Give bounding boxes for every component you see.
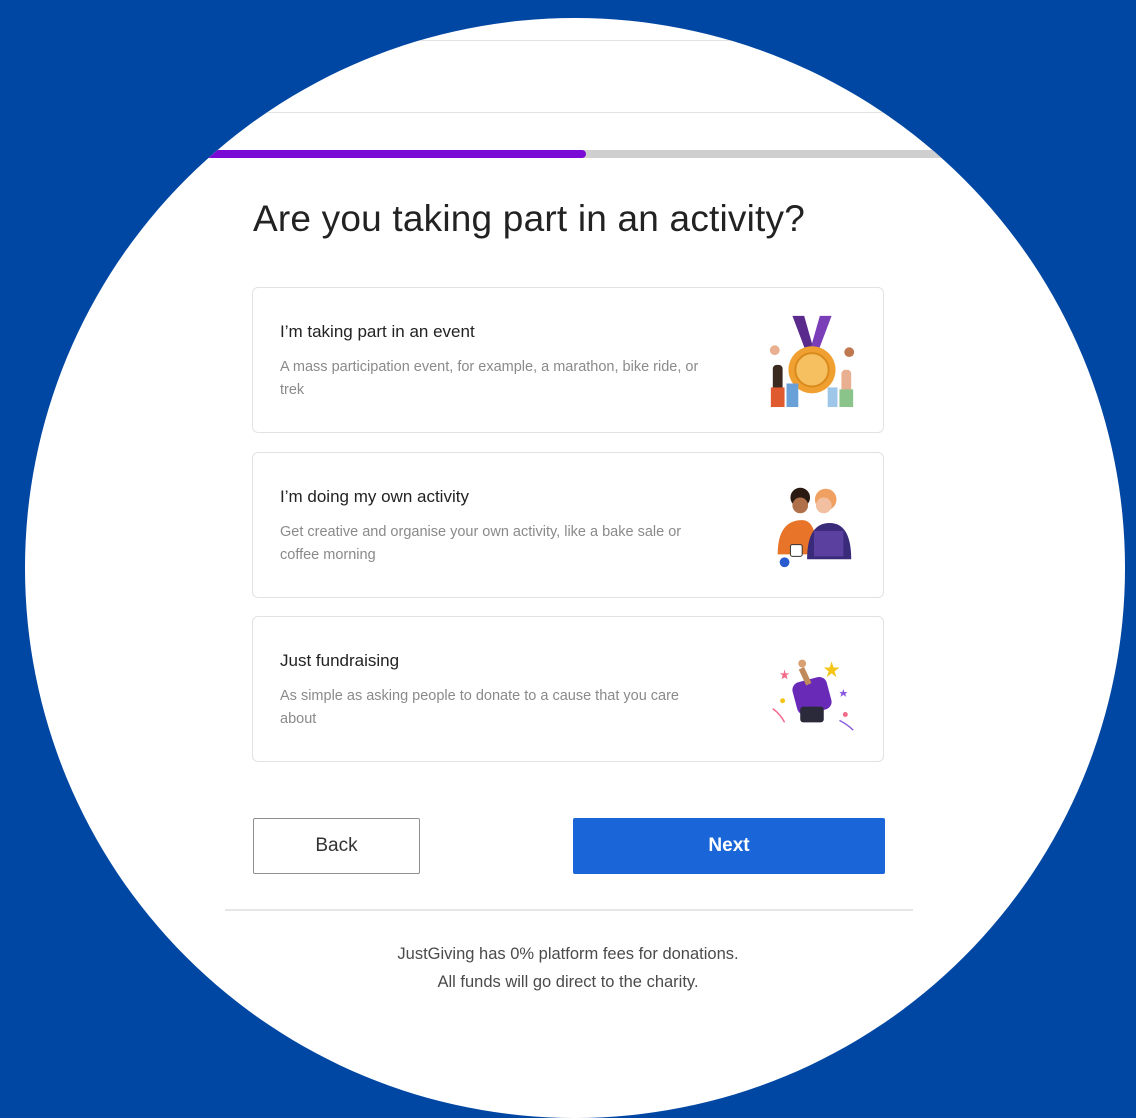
option-just-fundraising[interactable]: Just fundraising As simple as asking peo…: [252, 616, 884, 762]
page-title: Are you taking part in an activity?: [253, 198, 806, 239]
option-event[interactable]: I’m taking part in an event A mass parti…: [252, 287, 884, 433]
donation-illustration-icon: [772, 659, 854, 731]
header-divider: [25, 112, 1125, 113]
option-title: I’m doing my own activity: [280, 487, 469, 506]
progress-bar-fill: [25, 150, 586, 158]
option-description: Get creative and organise your own activ…: [280, 524, 682, 563]
option-title: Just fundraising: [280, 651, 400, 670]
option-title: I’m taking part in an event: [280, 322, 475, 341]
content-lens: Are you taking part in an activity? I’m …: [25, 18, 1125, 1118]
fees-notice-line-1: JustGiving has 0% platform fees for dona…: [397, 945, 739, 963]
people-hugging-illustration-icon: [777, 487, 852, 568]
fees-notice: JustGiving has 0% platform fees for dona…: [25, 940, 1111, 996]
progress-bar: [25, 150, 1125, 158]
next-button[interactable]: Next: [573, 818, 885, 874]
medal-illustration-icon: [769, 315, 855, 408]
option-own-activity[interactable]: I’m doing my own activity Get creative a…: [252, 452, 884, 598]
option-description: A mass participation event, for example,…: [280, 359, 699, 398]
fees-notice-line-2: All funds will go direct to the charity.: [437, 973, 699, 991]
back-button[interactable]: Back: [253, 818, 420, 874]
option-description: As simple as asking people to donate to …: [280, 688, 679, 727]
top-border: [25, 40, 1125, 41]
footer-divider: [225, 909, 913, 911]
